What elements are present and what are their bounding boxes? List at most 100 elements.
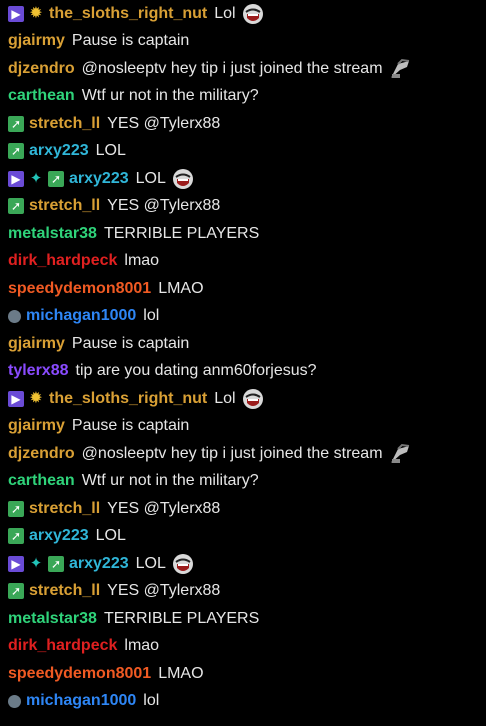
chat-message: metalstar38 TERRIBLE PLAYERS [8,220,486,248]
teal-star-badge-icon: ✦ [29,554,43,572]
message-text: LOL [95,142,126,160]
laughing-emote-icon [172,553,193,574]
username[interactable]: carthean [8,472,75,490]
message-text: @nosleeptv hey tip i just joined the str… [81,59,383,77]
chat-message: carthean Wtf ur not in the military? [8,83,486,111]
user-badges: ➚ [8,583,24,600]
message-text: lol [143,307,160,325]
message-text: YES @Tylerx88 [107,114,221,132]
message-text: Lol [214,4,236,22]
green-badge-icon: ➚ [8,528,24,545]
username[interactable]: tylerx88 [8,362,69,380]
salute-emote-icon [390,58,409,78]
username[interactable]: speedydemon8001 [8,280,151,298]
chat-message: ➚ stretch_ll YES @Tylerx88 [8,110,486,138]
user-badges [8,694,21,708]
message-text: Wtf ur not in the military? [81,87,259,105]
username[interactable]: gjairmy [8,417,65,435]
chat-message: dirk_hardpeck lmao [8,633,486,661]
message-text: Pause is captain [71,417,190,435]
chat-message: carthean Wtf ur not in the military? [8,468,486,496]
user-badges: ➚ [8,500,24,517]
message-text: YES @Tylerx88 [107,582,221,600]
chat-message: ➚ stretch_ll YES @Tylerx88 [8,495,486,523]
twitch-badge-icon: ▶ [8,170,24,187]
message-text: Wtf ur not in the military? [81,472,259,490]
user-badges: ▶ ✦ ➚ [8,554,64,572]
chat-message: gjairmy Pause is captain [8,28,486,56]
username[interactable]: michagan1000 [26,692,136,710]
message-text: Lol [214,389,236,407]
message-text: @nosleeptv hey tip i just joined the str… [81,444,383,462]
message-text: LOL [135,169,166,187]
green-badge-icon: ➚ [8,198,24,215]
salute-emote-icon [390,443,409,463]
message-text: TERRIBLE PLAYERS [103,609,260,627]
message-text: lmao [124,637,160,655]
username[interactable]: stretch_ll [29,500,100,518]
username[interactable]: djzendro [8,445,75,463]
message-text: LMAO [158,279,204,297]
user-badges: ➚ [8,143,24,160]
green-badge-icon: ➚ [48,555,64,572]
user-badges: ➚ [8,528,24,545]
username[interactable]: dirk_hardpeck [8,637,117,655]
username[interactable]: gjairmy [8,335,65,353]
chat-message: ➚ arxy223 LOL [8,523,486,551]
username[interactable]: michagan1000 [26,307,136,325]
twitch-badge-icon: ▶ [8,390,24,407]
username[interactable]: stretch_ll [29,197,100,215]
chat-message: gjairmy Pause is captain [8,413,486,441]
username[interactable]: the_sloths_right_nut [49,5,207,23]
teal-star-badge-icon: ✦ [29,169,43,187]
message-text: YES @Tylerx88 [107,197,221,215]
message-text: LOL [95,527,126,545]
chat-message: djzendro @nosleeptv hey tip i just joined… [8,55,486,83]
green-badge-icon: ➚ [8,115,24,132]
chat-message: michagan1000 lol [8,688,486,716]
message-text: TERRIBLE PLAYERS [103,224,260,242]
green-badge-icon: ➚ [8,500,24,517]
chat-message: dirk_hardpeck lmao [8,248,486,276]
user-badges: ▶ ✹ [8,5,44,22]
green-badge-icon: ➚ [48,170,64,187]
username[interactable]: arxy223 [29,142,89,160]
username[interactable]: stretch_ll [29,582,100,600]
green-badge-icon: ➚ [8,583,24,600]
message-text: LMAO [158,664,204,682]
username[interactable]: stretch_ll [29,115,100,133]
chat-message: ▶ ✦ ➚ arxy223 LOL [8,550,486,578]
chat-message: ➚ arxy223 LOL [8,138,486,166]
username[interactable]: the_sloths_right_nut [49,390,207,408]
message-text: LOL [135,554,166,572]
user-badges: ▶ ✹ [8,390,44,407]
twitch-badge-icon: ▶ [8,5,24,22]
message-text: Pause is captain [71,32,190,50]
username[interactable]: metalstar38 [8,610,97,628]
message-text: YES @Tylerx88 [107,499,221,517]
chat-message: ▶ ✹ the_sloths_right_nut Lol [8,0,486,28]
user-badges: ➚ [8,115,24,132]
chat-message: gjairmy Pause is captain [8,330,486,358]
username[interactable]: carthean [8,87,75,105]
username[interactable]: arxy223 [29,527,89,545]
chat-message: ▶ ✹ the_sloths_right_nut Lol [8,385,486,413]
message-text: Pause is captain [71,334,190,352]
user-badges [8,309,21,323]
username[interactable]: speedydemon8001 [8,665,151,683]
username[interactable]: arxy223 [69,555,129,573]
username[interactable]: arxy223 [69,170,129,188]
chat-message: michagan1000 lol [8,303,486,331]
user-badges: ▶ ✦ ➚ [8,169,64,187]
username[interactable]: djzendro [8,60,75,78]
chat-message: ➚ stretch_ll YES @Tylerx88 [8,578,486,606]
chat-message: speedydemon8001 LMAO [8,275,486,303]
chat-message: metalstar38 TERRIBLE PLAYERS [8,605,486,633]
username[interactable]: dirk_hardpeck [8,252,117,270]
twitch-badge-icon: ▶ [8,555,24,572]
laughing-emote-icon [242,388,263,409]
username[interactable]: gjairmy [8,32,65,50]
username[interactable]: metalstar38 [8,225,97,243]
laughing-emote-icon [242,3,263,24]
message-text: lol [143,692,160,710]
